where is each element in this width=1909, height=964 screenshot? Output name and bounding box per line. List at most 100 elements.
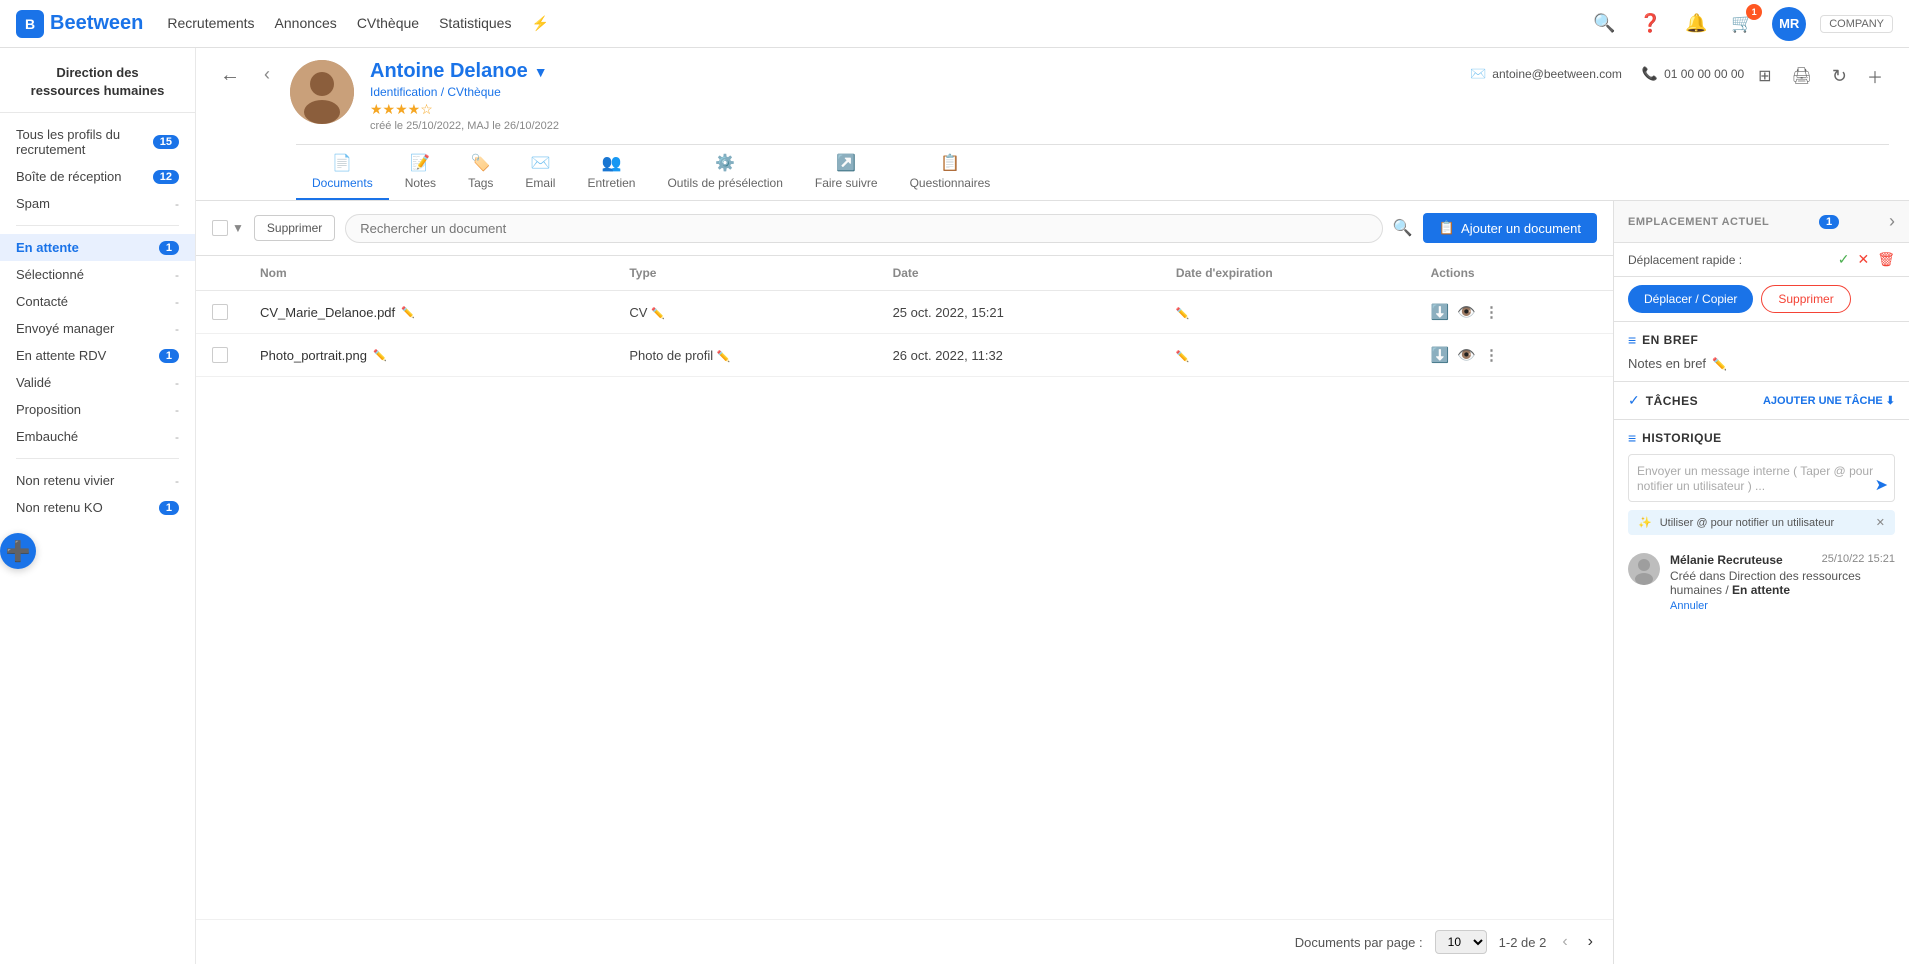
tab-questionnaires[interactable]: 📋 Questionnaires xyxy=(894,145,1007,200)
en-bref-icon: ≡ xyxy=(1628,332,1636,348)
row-2-expiry-edit-icon[interactable]: ✏️ xyxy=(1176,351,1190,363)
row-1-type-edit-icon[interactable]: ✏️ xyxy=(651,308,665,320)
tip-box: ✨ Utiliser @ pour notifier un utilisateu… xyxy=(1628,510,1895,535)
sidebar-item-en-attente-rdv[interactable]: En attente RDV 1 xyxy=(0,342,195,369)
next-page-button[interactable]: › xyxy=(1584,933,1597,951)
sidebar-item-selectionne[interactable]: Sélectionné - xyxy=(0,261,195,288)
tab-outils[interactable]: ⚙️ Outils de présélection xyxy=(651,145,798,200)
sidebar-item-non-retenu-vivier[interactable]: Non retenu vivier - xyxy=(0,467,195,494)
expand-icon[interactable]: ⊞ xyxy=(1752,62,1777,90)
sidebar-item-selectionne-count: - xyxy=(175,268,179,282)
search-document-input[interactable] xyxy=(345,214,1383,243)
row-1-checkbox[interactable] xyxy=(212,304,228,320)
row-2-more-icon[interactable]: ⋮ xyxy=(1484,346,1499,364)
taches-header: ✓ TÂCHES AJOUTER UNE TÂCHE ⬇ xyxy=(1628,392,1895,409)
row-1-edit-icon[interactable]: ✏️ xyxy=(401,306,415,319)
right-panel: EMPLACEMENT ACTUEL 1 › Déplacement rapid… xyxy=(1613,201,1909,964)
tab-notes[interactable]: 📝 Notes xyxy=(389,145,452,200)
supprimer-button[interactable]: Supprimer xyxy=(1761,285,1850,313)
en-bref-header: ≡ EN BREF xyxy=(1614,322,1909,352)
tab-documents[interactable]: 📄 Documents xyxy=(296,145,389,200)
tab-tags[interactable]: 🏷️ Tags xyxy=(452,145,509,200)
prev-candidate-button[interactable]: ‹ xyxy=(260,60,274,89)
select-all-checkbox[interactable] xyxy=(212,220,228,236)
nav-annonces[interactable]: Annonces xyxy=(275,11,337,36)
row-1-name-text: CV_Marie_Delanoe.pdf xyxy=(260,305,395,320)
per-page-select[interactable]: 10 25 50 xyxy=(1435,930,1487,954)
row-2-download-icon[interactable]: ⬇️ xyxy=(1431,346,1450,364)
bell-icon[interactable]: 🔔 xyxy=(1680,8,1712,40)
sidebar-item-en-attente[interactable]: En attente 1 xyxy=(0,234,195,261)
sidebar-item-en-attente-rdv-count: 1 xyxy=(159,349,179,363)
company-logo[interactable]: COMPANY xyxy=(1820,15,1893,33)
row-1-more-icon[interactable]: ⋮ xyxy=(1484,303,1499,321)
nav-recrutements[interactable]: Recrutements xyxy=(167,11,254,36)
sidebar: Direction desressources humaines Tous le… xyxy=(0,48,196,964)
quick-cancel-icon[interactable]: ✕ xyxy=(1857,251,1869,268)
sidebar-item-valide[interactable]: Validé - xyxy=(0,369,195,396)
row-1-download-icon[interactable]: ⬇️ xyxy=(1431,303,1450,321)
row-2-view-icon[interactable]: 👁️ xyxy=(1457,346,1476,364)
sidebar-item-embauche[interactable]: Embauché - xyxy=(0,423,195,450)
tab-notes-label: Notes xyxy=(405,176,436,190)
row-1-expiry-edit-icon[interactable]: ✏️ xyxy=(1176,308,1190,320)
sidebar-item-proposition[interactable]: Proposition - xyxy=(0,396,195,423)
message-placeholder: Envoyer un message interne ( Taper @ pou… xyxy=(1637,464,1873,493)
tip-close-button[interactable]: ✕ xyxy=(1876,516,1885,529)
quick-confirm-icon[interactable]: ✓ xyxy=(1838,251,1850,268)
sidebar-item-inbox[interactable]: Boîte de réception 12 xyxy=(0,163,195,190)
add-document-button[interactable]: 📋 Ajouter un document xyxy=(1423,213,1597,243)
row-2-type-edit-icon[interactable]: ✏️ xyxy=(717,351,731,363)
candidate-id-link[interactable]: Identification / CVthèque xyxy=(370,85,501,99)
row-2-edit-icon[interactable]: ✏️ xyxy=(373,349,387,362)
sidebar-item-spam[interactable]: Spam - xyxy=(0,190,195,217)
sidebar-item-non-retenu-ko-label: Non retenu KO xyxy=(16,500,103,515)
nav-cvtheque[interactable]: CVthèque xyxy=(357,11,419,36)
row-1-view-icon[interactable]: 👁️ xyxy=(1457,303,1476,321)
sidebar-item-contacte[interactable]: Contacté - xyxy=(0,288,195,315)
sidebar-item-envoye-manager-label: Envoyé manager xyxy=(16,321,114,336)
pagination-range: 1-2 de 2 xyxy=(1499,935,1547,950)
row-2-checkbox[interactable] xyxy=(212,347,228,363)
candidate-name: Antoine Delanoe ▼ xyxy=(370,60,1374,83)
candidate-name-dropdown[interactable]: ▼ xyxy=(534,64,548,80)
nav-statistiques[interactable]: Statistiques xyxy=(439,11,511,36)
prev-page-button[interactable]: ‹ xyxy=(1558,933,1571,951)
sync-icon[interactable]: ↻ xyxy=(1826,62,1853,91)
col-date: Date xyxy=(877,256,1160,291)
placement-nav-arrow[interactable]: › xyxy=(1889,211,1895,232)
candidate-stars: ★★★★☆ xyxy=(370,101,1374,118)
send-message-button[interactable]: ➤ xyxy=(1875,475,1888,495)
notification-bell[interactable]: 🔔 xyxy=(1680,8,1712,40)
sidebar-item-contacte-count: - xyxy=(175,295,179,309)
history-annuler-link[interactable]: Annuler xyxy=(1670,600,1708,612)
add-icon[interactable]: ＋ xyxy=(1861,60,1889,92)
sidebar-item-envoye-manager[interactable]: Envoyé manager - xyxy=(0,315,195,342)
move-copy-button[interactable]: Déplacer / Copier xyxy=(1628,285,1753,313)
help-button[interactable]: ❓ xyxy=(1634,8,1666,40)
back-button[interactable]: ← xyxy=(216,60,244,91)
col-nom: Nom xyxy=(244,256,613,291)
tab-faire-suivre-icon: ↗️ xyxy=(836,153,856,173)
nav-bolt-icon[interactable]: ⚡ xyxy=(531,11,548,36)
notes-bref-edit-icon[interactable]: ✏️ xyxy=(1712,357,1727,371)
quick-trash-icon[interactable]: 🗑 xyxy=(1877,251,1895,268)
print-icon[interactable]: 🖨 xyxy=(1786,62,1818,90)
search-document-icon[interactable]: 🔍 xyxy=(1393,218,1413,238)
logo-text: Beetween xyxy=(50,12,143,35)
floating-add-button[interactable]: ➕ xyxy=(0,533,36,569)
delete-button[interactable]: Supprimer xyxy=(254,215,335,241)
checkbox-dropdown-arrow[interactable]: ▼ xyxy=(232,221,244,235)
sidebar-item-non-retenu-ko[interactable]: Non retenu KO 1 xyxy=(0,494,195,521)
search-button[interactable]: 🔍 xyxy=(1588,8,1620,40)
ajouter-tache-button[interactable]: AJOUTER UNE TÂCHE ⬇ xyxy=(1763,394,1895,407)
logo[interactable]: B Beetween xyxy=(16,10,143,38)
row-2-actions: ⬇️ 👁️ ⋮ xyxy=(1431,346,1597,364)
tab-email[interactable]: ✉️ Email xyxy=(509,145,571,200)
candidate-dates: créé le 25/10/2022, MAJ le 26/10/2022 xyxy=(370,120,1374,132)
sidebar-item-all[interactable]: Tous les profils du recrutement 15 xyxy=(0,121,195,163)
tab-entretien[interactable]: 👥 Entretien xyxy=(571,145,651,200)
tab-faire-suivre[interactable]: ↗️ Faire suivre xyxy=(799,145,894,200)
cart-badge-container[interactable]: 🛒 1 xyxy=(1726,8,1758,40)
user-avatar[interactable]: MR xyxy=(1772,7,1806,41)
